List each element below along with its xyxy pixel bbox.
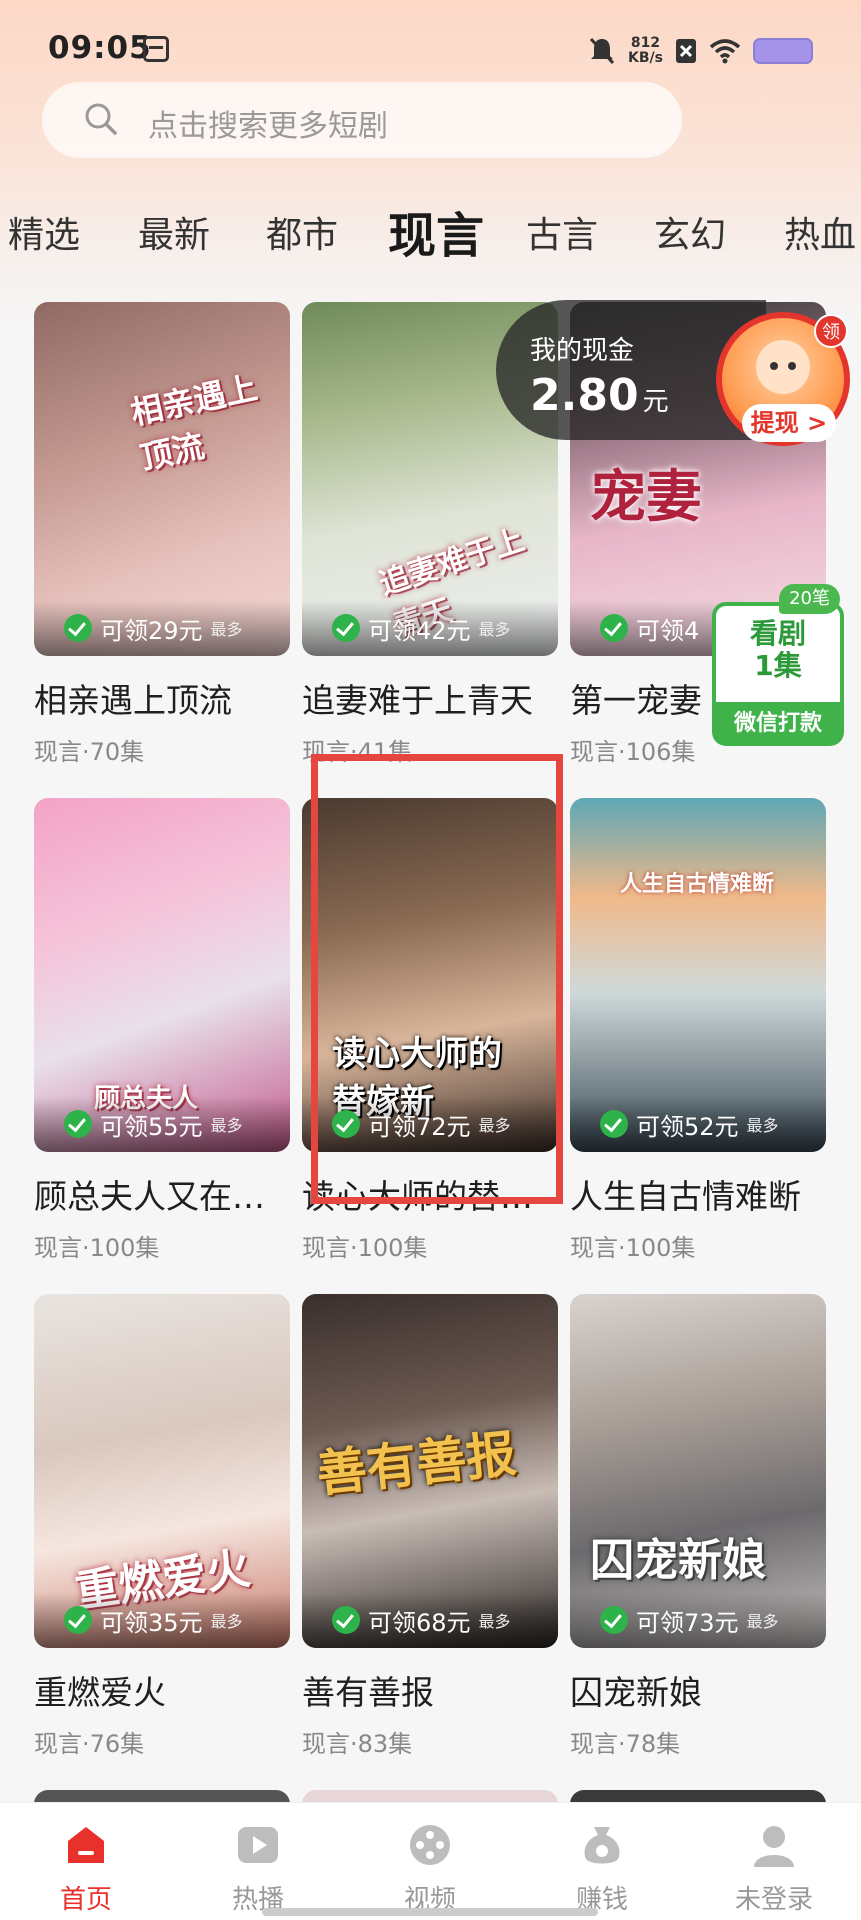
cash-amount: 2.80 元 <box>530 370 669 421</box>
cash-label: 我的现金 <box>530 336 635 366</box>
status-icons: 812 KB/s <box>588 34 813 68</box>
drama-title: 相亲遇上顶流 <box>34 681 232 720</box>
poster-title: 人生自古情难断 <box>620 871 775 897</box>
drama-title: 追妻难于上青天 <box>302 681 533 720</box>
check-icon <box>600 1110 628 1138</box>
drama-poster[interactable]: 人生自古情难断 可领52元 最多 <box>570 798 826 1152</box>
app-notification-icon <box>143 36 169 62</box>
tab-dushi[interactable]: 都市 <box>266 206 338 258</box>
reward-tag: 可领55元 最多 <box>34 1096 290 1152</box>
drama-title: 善有善报 <box>302 1673 434 1712</box>
nav-profile[interactable]: 未登录 <box>688 1803 860 1920</box>
reward-tag: 可领29元 最多 <box>34 600 290 656</box>
nav-home[interactable]: 首页 <box>0 1803 172 1920</box>
drama-meta: 现言·78集 <box>570 1730 681 1758</box>
withdraw-button[interactable]: 提现 > <box>742 404 836 442</box>
drama-poster[interactable]: 相亲遇上顶流 可领29元 最多 <box>34 302 290 656</box>
battery-icon <box>753 38 813 64</box>
tab-xuanhuan[interactable]: 玄幻 <box>654 206 726 258</box>
drama-poster[interactable]: 囚宠新娘 可领73元 最多 <box>570 1294 826 1648</box>
home-indicator <box>262 1908 598 1916</box>
drama-meta: 现言·100集 <box>302 1234 428 1262</box>
money-bag-icon <box>584 1827 620 1864</box>
tab-rexue[interactable]: 热血 <box>784 206 856 258</box>
check-icon <box>600 614 628 642</box>
reward-tag: 可领35元 最多 <box>34 1592 290 1648</box>
check-icon <box>64 1606 92 1634</box>
tab-jingxuan[interactable]: 精选 <box>8 206 80 258</box>
drama-card[interactable]: 重燃爱火 可领35元 最多 重燃爱火 现言·76集 <box>34 1294 290 1759</box>
search-bar[interactable]: 点击搜索更多短剧 <box>42 82 682 158</box>
tab-xianyan[interactable]: 现言 <box>388 196 484 266</box>
drama-title: 人生自古情难断 <box>570 1177 801 1216</box>
drama-card[interactable]: 人生自古情难断 可领52元 最多 人生自古情难断 现言·100集 <box>570 798 826 1263</box>
withdraw-mascot[interactable]: 提现 > 领 <box>716 312 850 446</box>
user-icon <box>754 1826 794 1867</box>
bottom-nav: 首页 热播 视频 赚钱 未登录 <box>0 1802 861 1920</box>
search-icon <box>85 103 117 135</box>
check-icon <box>64 1110 92 1138</box>
home-icon <box>68 1827 104 1863</box>
reward-tag: 可领52元 最多 <box>570 1096 826 1152</box>
poster-title: 宠妻 <box>590 464 702 530</box>
network-speed: 812 KB/s <box>628 35 663 66</box>
watch-count-badge: 20笔 <box>779 584 840 614</box>
reward-tag: 可领73元 最多 <box>570 1592 826 1648</box>
reward-tag: 可领68元 最多 <box>302 1592 558 1648</box>
film-reel-icon <box>410 1825 450 1865</box>
wifi-icon <box>709 39 741 64</box>
drama-poster[interactable]: 顾总夫人 可领55元 最多 <box>34 798 290 1152</box>
drama-meta: 现言·76集 <box>34 1730 145 1758</box>
tab-zuixin[interactable]: 最新 <box>138 206 210 258</box>
poster-title: 囚宠新娘 <box>590 1535 766 1586</box>
sim-blocked-icon <box>676 39 696 63</box>
status-time: 09:05 <box>48 30 152 66</box>
drama-title: 顾总夫人又在… <box>34 1177 265 1216</box>
mute-bell-icon <box>589 37 615 65</box>
drama-card[interactable]: 善有善报 可领68元 最多 善有善报 现言·83集 <box>302 1294 558 1759</box>
check-icon <box>332 1606 360 1634</box>
reward-tag: 可领42元 最多 <box>302 600 558 656</box>
selection-highlight <box>311 754 563 1204</box>
drama-meta: 现言·70集 <box>34 738 145 766</box>
check-icon <box>64 614 92 642</box>
drama-card[interactable]: 相亲遇上顶流 可领29元 最多 相亲遇上顶流 现言·70集 <box>34 302 290 767</box>
nav-hot[interactable]: 热播 <box>172 1803 344 1920</box>
drama-meta: 现言·100集 <box>570 1234 696 1262</box>
drama-card[interactable]: 囚宠新娘 可领73元 最多 囚宠新娘 现言·78集 <box>570 1294 826 1759</box>
drama-meta: 现言·100集 <box>34 1234 160 1262</box>
tab-guyan[interactable]: 古言 <box>526 206 598 258</box>
drama-title: 囚宠新娘 <box>570 1673 702 1712</box>
drama-meta: 现言·83集 <box>302 1730 413 1758</box>
drama-title: 重燃爱火 <box>34 1673 166 1712</box>
wechat-pay-label: 微信打款 <box>712 702 844 746</box>
check-icon <box>600 1606 628 1634</box>
drama-card[interactable]: 顾总夫人 可领55元 最多 顾总夫人又在… 现言·100集 <box>34 798 290 1263</box>
claim-badge: 领 <box>814 314 848 348</box>
nav-video[interactable]: 视频 <box>344 1803 516 1920</box>
drama-poster[interactable]: 重燃爱火 可领35元 最多 <box>34 1294 290 1648</box>
play-icon <box>238 1827 278 1863</box>
check-icon <box>332 614 360 642</box>
nav-earn[interactable]: 赚钱 <box>516 1803 688 1920</box>
search-placeholder: 点击搜索更多短剧 <box>148 109 388 144</box>
watch-drama-promo[interactable]: 20笔 看剧 1集 微信打款 <box>712 584 844 746</box>
drama-poster[interactable]: 善有善报 可领68元 最多 <box>302 1294 558 1648</box>
category-tabs: 精选 最新 都市 现言 古言 玄幻 热血 <box>0 192 861 268</box>
